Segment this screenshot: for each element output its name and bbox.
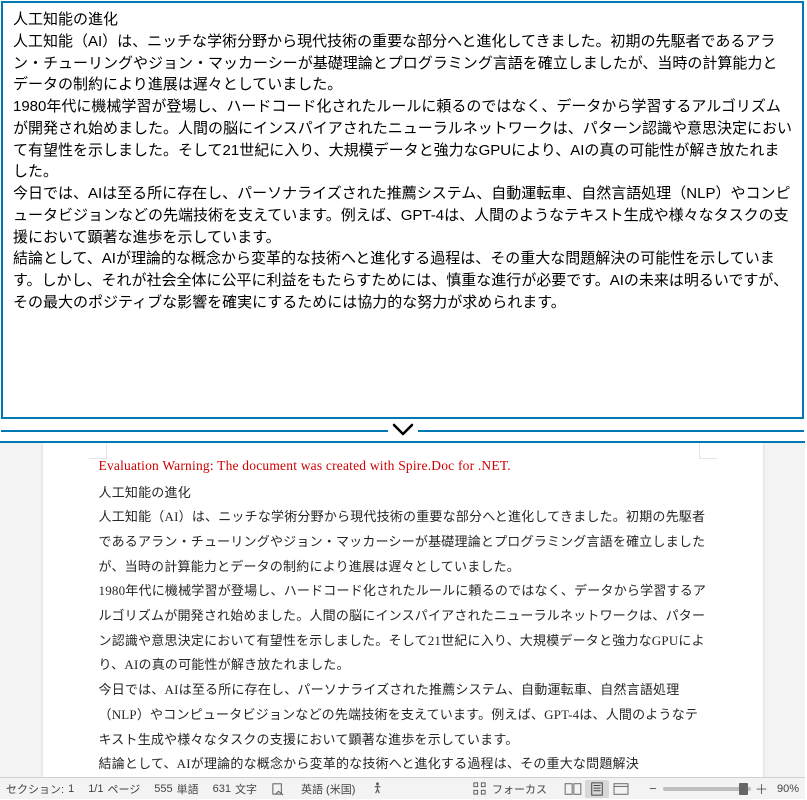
- words-label: 単語: [177, 781, 199, 797]
- status-bar: セクション: 1 1/1 ページ 555 単語 631 文字 英語 (米国): [0, 777, 805, 799]
- page-content: Evaluation Warning: The document was cre…: [43, 443, 763, 777]
- margin-corner-tr: [699, 441, 717, 459]
- status-page[interactable]: 1/1 ページ: [88, 781, 140, 797]
- document-viewer: Evaluation Warning: The document was cre…: [0, 441, 805, 799]
- source-title: 人工知能の進化: [13, 9, 792, 31]
- source-text-panel: 人工知能の進化 人工知能（AI）は、ニッチな学術分野から現代技術の重要な部分へと…: [1, 1, 804, 419]
- language-value: 英語 (米国): [301, 781, 355, 797]
- divider: [1, 419, 804, 441]
- status-chars[interactable]: 631 文字: [213, 781, 257, 797]
- status-words[interactable]: 555 単語: [154, 781, 198, 797]
- chevron-down-icon: [388, 423, 418, 438]
- zoom-out-button[interactable]: −: [647, 781, 659, 796]
- zoom-slider[interactable]: [663, 787, 751, 791]
- document-paragraph-1: 人工知能（AI）は、ニッチな学術分野から現代技術の重要な部分へと進化してきました…: [99, 505, 707, 579]
- status-language[interactable]: 英語 (米国): [301, 781, 355, 797]
- view-buttons: [561, 780, 633, 798]
- source-paragraph-2: 1980年代に機械学習が登場し、ハードコード化されたルールに頼るのではなく、デー…: [13, 96, 792, 183]
- focus-icon: [472, 781, 488, 797]
- page-label: ページ: [107, 781, 140, 797]
- page-value: 1/1: [88, 783, 103, 795]
- document-title: 人工知能の進化: [99, 481, 707, 506]
- section-value: 1: [68, 783, 74, 795]
- source-paragraph-1: 人工知能（AI）は、ニッチな学術分野から現代技術の重要な部分へと進化してきました…: [13, 31, 792, 96]
- read-mode-button[interactable]: [561, 780, 585, 798]
- focus-label: フォーカス: [492, 781, 547, 797]
- status-section[interactable]: セクション: 1: [6, 781, 74, 797]
- chars-value: 631: [213, 783, 231, 795]
- document-page[interactable]: Evaluation Warning: The document was cre…: [43, 443, 763, 779]
- evaluation-warning: Evaluation Warning: The document was cre…: [99, 453, 707, 479]
- zoom-in-button[interactable]: ＋: [755, 779, 767, 798]
- document-paragraph-2: 1980年代に機械学習が登場し、ハードコード化されたルールに頼るのではなく、デー…: [99, 579, 707, 678]
- accessibility-icon: [369, 781, 385, 797]
- margin-corner-tl: [89, 441, 107, 459]
- status-focus[interactable]: フォーカス: [472, 781, 547, 797]
- words-value: 555: [154, 783, 172, 795]
- proofing-icon: [271, 781, 287, 797]
- source-paragraph-3: 今日では、AIは至る所に存在し、パーソナライズされた推薦システム、自動運転車、自…: [13, 183, 792, 248]
- zoom-value[interactable]: 90%: [777, 783, 799, 795]
- document-paragraph-4: 結論として、AIが理論的な概念から変革的な技術へと進化する過程は、その重大な問題…: [99, 752, 707, 777]
- chars-label: 文字: [235, 781, 257, 797]
- print-layout-button[interactable]: [585, 780, 609, 798]
- status-proofing[interactable]: [271, 781, 287, 797]
- document-paragraph-3: 今日では、AIは至る所に存在し、パーソナライズされた推薦システム、自動運転車、自…: [99, 678, 707, 752]
- section-label: セクション:: [6, 781, 64, 797]
- status-accessibility[interactable]: [369, 781, 385, 797]
- zoom-control: − ＋ 90%: [647, 779, 799, 798]
- web-layout-button[interactable]: [609, 780, 633, 798]
- zoom-slider-thumb[interactable]: [739, 783, 748, 795]
- source-paragraph-4: 結論として、AIが理論的な概念から変革的な技術へと進化する過程は、その重大な問題…: [13, 248, 792, 313]
